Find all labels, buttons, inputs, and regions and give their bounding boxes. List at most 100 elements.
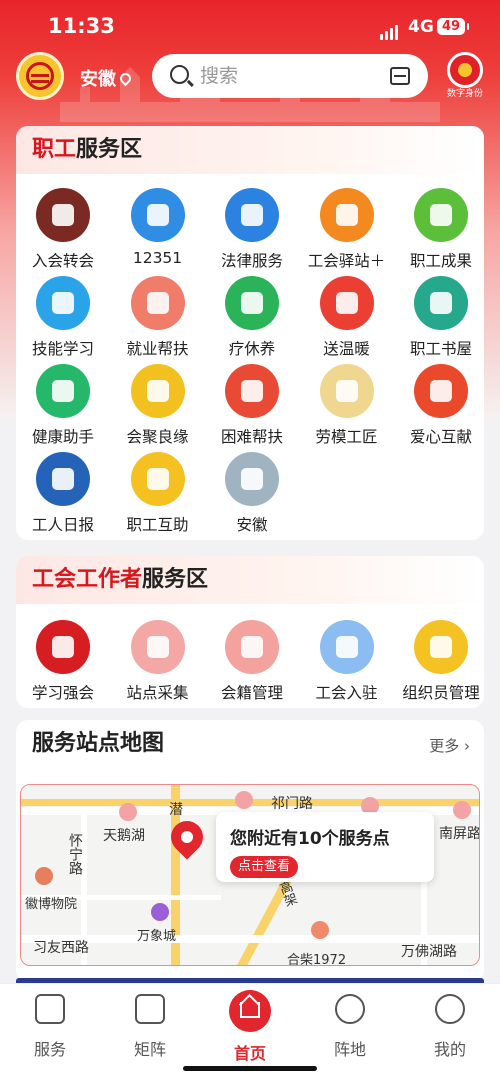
map-label: 天鹅湖 (103, 828, 145, 844)
scales-icon (225, 188, 279, 242)
study-icon (36, 620, 90, 674)
nav-item-building[interactable]: 矩阵 (110, 994, 190, 1060)
service-item-label: 爱心互献 (409, 428, 472, 446)
service-item-label: 会籍管理 (220, 684, 283, 702)
nearby-popup[interactable]: 您附近有10个服务点 点击查看 (216, 812, 434, 882)
service-item[interactable]: 站点采集 (110, 620, 206, 703)
nav-label: 矩阵 (133, 1040, 166, 1059)
map-label: 怀宁路 (67, 833, 83, 875)
service-item[interactable]: 入会转会 (16, 188, 111, 271)
service-item[interactable]: 健康助手 (16, 364, 111, 447)
service-item[interactable]: 会聚良缘 (110, 364, 206, 447)
service-map-card: 服务站点地图 更多 › 祁门路 天鹅湖 南屏路 怀宁路 徽博物院 万象城 习友西… (16, 720, 484, 982)
nurse-icon (36, 364, 90, 418)
service-item-label: 职工成果 (409, 252, 472, 270)
network-type: 4G (408, 17, 434, 37)
service-item-label: 送温暖 (323, 340, 370, 358)
heart-care-icon (225, 364, 279, 418)
member-admin-icon (225, 620, 279, 674)
nearby-count-text: 您附近有10个服务点 (230, 829, 390, 849)
nav-item-profile[interactable]: 我的 (410, 994, 490, 1060)
service-item-label: 疗休养 (228, 340, 276, 358)
service-item[interactable]: 法律服务 (204, 188, 300, 271)
metro-poi-icon (453, 801, 471, 819)
map-label: 习友西路 (33, 940, 89, 956)
map-label: 万象城 (137, 929, 177, 944)
couple-icon (130, 364, 185, 418)
home-icon (229, 990, 271, 1032)
service-item-label: 工会入驻 (315, 684, 378, 702)
profile-icon (435, 994, 465, 1024)
more-link[interactable]: 更多 › (429, 735, 470, 756)
service-item[interactable]: 组织员管理 (393, 620, 484, 703)
service-item-label: 职工书屋 (409, 340, 472, 358)
service-item[interactable]: 会籍管理 (204, 620, 300, 703)
service-item[interactable]: 安徽 (204, 452, 300, 535)
location-pin-icon (117, 70, 134, 87)
building-icon (135, 994, 165, 1024)
service-item-label: 困难帮扶 (220, 428, 283, 446)
service-item[interactable]: 疗休养 (204, 276, 300, 359)
id-card-icon (414, 620, 468, 674)
service-item-label: 12351 (132, 249, 183, 267)
nav-item-home[interactable]: 首页 (210, 990, 290, 1064)
nav-item-location[interactable]: 阵地 (310, 994, 390, 1060)
document-icon (319, 620, 374, 674)
battery-icon: 49 (437, 18, 469, 35)
service-item[interactable]: 学习强会 (16, 620, 111, 703)
search-input[interactable] (200, 62, 380, 90)
service-item[interactable]: 爱心互献 (393, 364, 484, 447)
scan-icon[interactable] (390, 67, 410, 85)
station-icon (319, 188, 374, 242)
service-item-label: 站点采集 (126, 684, 189, 702)
search-icon (170, 65, 189, 84)
service-item-label: 健康助手 (31, 428, 94, 446)
service-item[interactable]: 就业帮扶 (110, 276, 206, 359)
hotline-12351-icon (130, 188, 185, 242)
search-bar[interactable] (152, 54, 428, 98)
service-item[interactable]: 12351 (110, 188, 206, 267)
service-item[interactable]: 工会入驻 (299, 620, 395, 703)
service-item[interactable]: 职工成果 (393, 188, 484, 271)
metro-poi-icon (235, 791, 253, 809)
view-button[interactable]: 点击查看 (230, 856, 299, 878)
service-item-label: 入会转会 (31, 252, 94, 270)
home-indicator (183, 1066, 317, 1071)
service-item-label: 技能学习 (31, 340, 94, 358)
service-item-label: 工人日报 (31, 516, 94, 534)
map-card-title: 服务站点地图 (32, 731, 165, 756)
service-item[interactable]: 职工互助 (110, 452, 206, 535)
worker-helmet-icon (36, 276, 90, 330)
heart-donate-icon (414, 364, 468, 418)
mall-poi-icon (151, 903, 169, 921)
medal-icon (319, 364, 374, 418)
service-item-label: 组织员管理 (402, 684, 480, 702)
service-item[interactable]: 工人日报 (16, 452, 111, 535)
signal-icon (380, 21, 400, 40)
museum-poi-icon (35, 867, 53, 885)
service-item[interactable]: 工会驿站＋ (299, 188, 395, 271)
worker-service-card: 职工服务区 入会转会 12351 法律服务 工会驿站＋ 职工成果技能学习 就业帮扶 疗休养 送… (16, 126, 484, 540)
venue-poi-icon (311, 921, 329, 939)
service-item-label: 法律服务 (220, 252, 283, 270)
map-pin-icon (130, 620, 185, 674)
nav-label: 服务 (33, 1040, 66, 1059)
service-item[interactable]: 困难帮扶 (204, 364, 300, 447)
service-item-label: 工会驿站＋ (307, 252, 386, 270)
workers-daily-icon (36, 452, 90, 506)
service-item[interactable]: 职工书屋 (393, 276, 484, 359)
service-map[interactable]: 祁门路 天鹅湖 南屏路 怀宁路 徽博物院 万象城 习友西路 合柴1972 万佛湖… (20, 784, 480, 966)
nav-item-service-hand[interactable]: 服务 (10, 994, 90, 1060)
service-item-label: 学习强会 (31, 684, 94, 702)
nav-label: 首页 (233, 1044, 266, 1063)
metro-poi-icon (119, 803, 137, 821)
service-item[interactable]: 送温暖 (299, 276, 395, 359)
region-selector[interactable]: 安徽 (80, 65, 134, 91)
status-bar: 11:33 4G 49 (0, 0, 500, 52)
service-item[interactable]: 技能学习 (16, 276, 111, 359)
region-label: 安徽 (80, 69, 116, 90)
service-item[interactable]: 劳模工匠 (299, 364, 395, 447)
digital-id-button[interactable]: 数字身份 (443, 52, 487, 100)
heart-hand-icon (319, 276, 374, 330)
worker-zone-title: 职工服务区 (16, 126, 484, 174)
